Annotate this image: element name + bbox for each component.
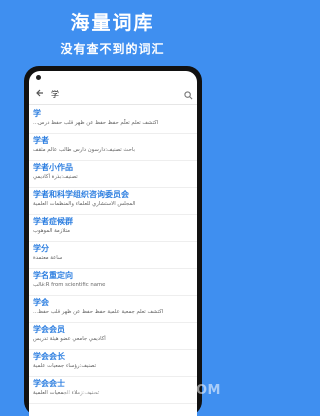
result-item[interactable]: 学分 ساعة معتمدة bbox=[29, 242, 197, 269]
phone-frame: 学 اكتشف تعلم تعلّم حفظ حفظ عن ظهر قلب حف… bbox=[24, 66, 202, 416]
result-item[interactable]: 学会 اكتشف تعلم جمعية علمية حفظ حفظ عن ظهر… bbox=[29, 296, 197, 323]
result-definition: المجلس الاستشاري للعلماء والمنظمات العلم… bbox=[33, 201, 136, 207]
result-item[interactable]: 学者 باحث تصنيف:دارسون دارس طالب عالم مثقف bbox=[29, 134, 197, 161]
result-item[interactable]: 学名重定向 R from scientific name:قالب bbox=[29, 269, 197, 296]
status-bar bbox=[29, 71, 197, 84]
result-headword: 学者小作品 bbox=[33, 163, 73, 172]
result-definition: باحث تصنيف:دارسون دارس طالب عالم مثقف bbox=[33, 147, 135, 153]
result-item[interactable]: 学者症候群 متلازمة الموهوب bbox=[29, 215, 197, 242]
search-input[interactable] bbox=[49, 89, 181, 99]
result-headword: 学者症候群 bbox=[33, 217, 73, 226]
promo-title: 海量词库 bbox=[70, 12, 155, 34]
result-definition: متلازمة الموهوب bbox=[33, 228, 70, 234]
result-headword: 学会 bbox=[33, 298, 49, 307]
result-item[interactable]: 学者和科学组织咨询委员会 المجلس الاستشاري للعلماء وا… bbox=[29, 188, 197, 215]
results-list: 学 اكتشف تعلم تعلّم حفظ حفظ عن ظهر قلب حف… bbox=[29, 107, 197, 404]
result-definition: R from scientific name:قالب bbox=[33, 282, 106, 288]
result-headword: 学者 bbox=[33, 136, 49, 145]
promo-subtitle: 没有查不到的词汇 bbox=[60, 42, 165, 56]
search-icon[interactable] bbox=[181, 85, 195, 104]
back-arrow-icon[interactable] bbox=[31, 88, 49, 101]
result-definition: اكتشف تعلم تعلّم حفظ حفظ عن ظهر قلب حفظ … bbox=[33, 120, 159, 126]
result-definition: تصنيف:بذرة أكاديمي bbox=[33, 174, 78, 180]
app-screen: 学 اكتشف تعلم تعلّم حفظ حفظ عن ظهر قلب حف… bbox=[29, 71, 197, 416]
camera-icon bbox=[36, 75, 41, 80]
search-bar bbox=[29, 84, 197, 105]
result-headword: 学会会员 bbox=[33, 325, 65, 334]
result-headword: 学名重定向 bbox=[33, 271, 73, 280]
result-item[interactable]: 学会会长 تصنيف:رؤساء جمعيات علمية bbox=[29, 350, 197, 377]
result-item[interactable]: 学者小作品 تصنيف:بذرة أكاديمي bbox=[29, 161, 197, 188]
result-item[interactable]: 学 اكتشف تعلم تعلّم حفظ حفظ عن ظهر قلب حف… bbox=[29, 107, 197, 134]
result-headword: 学 bbox=[33, 109, 41, 118]
result-headword: 学会会长 bbox=[33, 352, 65, 361]
watermark: 新疆资讯.SJXINYI.COM bbox=[63, 383, 221, 398]
result-definition: تصنيف:رؤساء جمعيات علمية bbox=[33, 363, 97, 369]
result-definition: اكتشف تعلم جمعية علمية حفظ حفظ عن ظهر قل… bbox=[33, 309, 164, 315]
result-definition: أكاديمي جامعي عضو هيئة تدريس bbox=[33, 336, 106, 342]
result-headword: 学者和科学组织咨询委员会 bbox=[33, 190, 129, 199]
result-headword: 学分 bbox=[33, 244, 49, 253]
result-item[interactable]: 学会会员 أكاديمي جامعي عضو هيئة تدريس bbox=[29, 323, 197, 350]
result-definition: ساعة معتمدة bbox=[33, 255, 63, 261]
